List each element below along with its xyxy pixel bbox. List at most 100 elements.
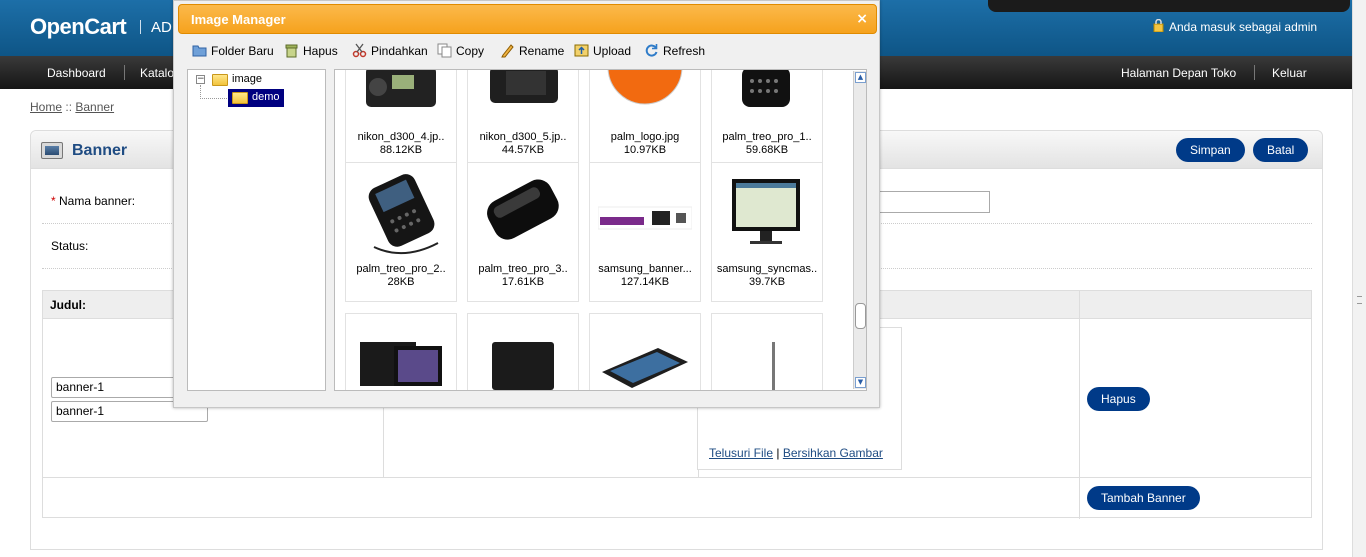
file-name: palm_treo_pro_1..: [722, 131, 812, 143]
image-links: Telusuri File | Bersihkan Gambar: [709, 446, 883, 460]
rename-button[interactable]: Rename: [500, 43, 564, 61]
file-size: 39.7KB: [748, 276, 786, 288]
file-item[interactable]: samsung_banner... 127.14KB: [589, 162, 701, 302]
link-separator: |: [776, 446, 780, 460]
folder-icon: [212, 74, 228, 86]
copy-icon: [437, 43, 452, 58]
scrollbar-thumb[interactable]: [855, 303, 866, 329]
tree-line: [200, 98, 227, 99]
phone-thumbnail: [487, 179, 559, 240]
file-size: 127.14KB: [620, 276, 670, 288]
scrollbar-grip[interactable]: [1357, 296, 1362, 304]
new-folder-label: Folder Baru: [211, 44, 274, 58]
breadcrumb-separator: ::: [65, 100, 73, 114]
copy-button[interactable]: Copy: [437, 43, 484, 61]
logo[interactable]: OpenCart: [30, 14, 127, 40]
image-manager-dialog: Image Manager × Folder Baru Hapus Pindah…: [173, 0, 880, 408]
tablet-thumbnail: [602, 348, 688, 388]
folder-new-icon: [192, 45, 207, 57]
file-item[interactable]: nikon_d300_5.jp.. 44.57KB: [467, 70, 579, 170]
page-scrollbar[interactable]: [1352, 0, 1366, 557]
tree-item-demo-label: demo: [252, 91, 280, 103]
file-grid: nikon_d300_4.jp.. 88.12KB nikon_d300_5.j…: [334, 69, 867, 391]
dialog-titlebar[interactable]: Image Manager ×: [178, 4, 877, 34]
delete-label: Hapus: [303, 44, 338, 58]
file-size: 28KB: [387, 276, 415, 288]
collapse-toggle[interactable]: −: [196, 75, 205, 84]
refresh-label: Refresh: [663, 44, 706, 58]
monitor-thumbnail: [732, 179, 800, 244]
file-name: nikon_d300_4.jp..: [357, 131, 445, 143]
browse-file-link[interactable]: Telusuri File: [709, 446, 773, 460]
upload-button[interactable]: Upload: [574, 43, 631, 61]
lock-icon: [1153, 19, 1164, 32]
folder-tree: − image demo: [187, 69, 326, 391]
top-decoration: [988, 0, 1350, 12]
tree-item-demo[interactable]: demo: [228, 89, 284, 107]
tablet-thumbnail: [772, 342, 775, 390]
new-folder-button[interactable]: Folder Baru: [192, 43, 274, 61]
file-size: 44.57KB: [501, 144, 545, 156]
breadcrumb: Home :: Banner: [30, 100, 114, 114]
move-button[interactable]: Pindahkan: [352, 43, 428, 61]
breadcrumb-home[interactable]: Home: [30, 100, 62, 114]
file-item[interactable]: palm_treo_pro_1.. 59.68KB: [711, 70, 823, 170]
cancel-button[interactable]: Batal: [1253, 138, 1309, 162]
delete-button[interactable]: Hapus: [284, 43, 338, 61]
file-grid-scrollbar[interactable]: ▲ ▼: [853, 71, 866, 389]
banner-icon: [41, 142, 63, 159]
banner-name-input[interactable]: [879, 191, 990, 213]
menu-item-logout[interactable]: Keluar: [1272, 66, 1307, 80]
file-name: samsung_syncmas..: [716, 263, 818, 275]
file-item[interactable]: [345, 313, 457, 390]
close-icon[interactable]: ×: [856, 11, 868, 27]
file-item[interactable]: [589, 313, 701, 390]
login-text: Anda masuk sebagai admin: [1169, 20, 1318, 34]
file-name: palm_treo_pro_3..: [478, 263, 568, 275]
file-item[interactable]: samsung_syncmas.. 39.7KB: [711, 162, 823, 302]
file-name: nikon_d300_5.jp..: [479, 131, 567, 143]
logo-divider: [140, 20, 141, 34]
save-button[interactable]: Simpan: [1176, 138, 1245, 162]
column-title-header: Judul:: [50, 298, 86, 312]
file-item[interactable]: [467, 313, 579, 390]
required-mark: *: [51, 194, 56, 208]
file-item[interactable]: nikon_d300_4.jp.. 88.12KB: [345, 70, 457, 170]
file-item[interactable]: palm_logo.jpg 10.97KB: [589, 70, 701, 170]
file-name: palm_treo_pro_2..: [356, 263, 446, 275]
scroll-down-arrow[interactable]: ▼: [855, 377, 866, 388]
dialog-title: Image Manager: [191, 12, 286, 27]
folder-icon: [232, 92, 248, 104]
add-banner-button[interactable]: Tambah Banner: [1087, 486, 1200, 510]
tree-item-image[interactable]: image: [232, 73, 262, 85]
login-status: Anda masuk sebagai admin: [1153, 19, 1317, 34]
pencil-icon: [501, 44, 514, 58]
breadcrumb-current[interactable]: Banner: [75, 100, 114, 114]
phone-thumbnail: [368, 174, 439, 255]
tree-line: [200, 85, 201, 99]
file-item[interactable]: palm_treo_pro_2.. 28KB: [345, 162, 457, 302]
refresh-button[interactable]: Refresh: [644, 43, 705, 61]
upload-icon: [574, 44, 589, 57]
trash-icon: [285, 44, 298, 58]
clear-image-link[interactable]: Bersihkan Gambar: [783, 446, 883, 460]
status-label: Status:: [51, 239, 89, 253]
file-size: 88.12KB: [379, 144, 423, 156]
file-name: samsung_banner...: [598, 263, 692, 275]
file-size: 10.97KB: [623, 144, 667, 156]
scroll-up-arrow[interactable]: ▲: [855, 72, 866, 83]
menu-item-storefront[interactable]: Halaman Depan Toko: [1121, 66, 1236, 80]
banner-name-label: * Nama banner:: [51, 194, 135, 208]
refresh-icon: [645, 44, 658, 57]
logo-subtitle: AD: [151, 19, 172, 36]
tablet-thumbnail: [360, 342, 442, 386]
row-divider: [43, 477, 1311, 478]
menu-item-dashboard[interactable]: Dashboard: [47, 66, 106, 80]
file-size: 17.61KB: [501, 276, 545, 288]
copy-label: Copy: [456, 44, 485, 58]
file-size: 59.68KB: [745, 144, 789, 156]
delete-row-button[interactable]: Hapus: [1087, 387, 1150, 411]
file-item[interactable]: [711, 313, 823, 390]
file-item[interactable]: palm_treo_pro_3.. 17.61KB: [467, 162, 579, 302]
page-title: Banner: [72, 142, 128, 159]
